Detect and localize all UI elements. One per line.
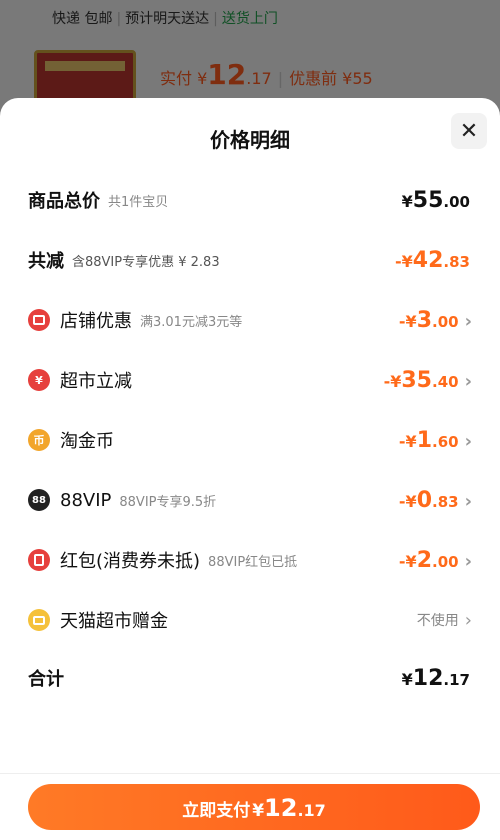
chevron-right-icon: › xyxy=(464,370,472,392)
taojinbi-value: -¥ 1.60 › xyxy=(398,427,472,453)
gift-icon xyxy=(28,609,50,631)
supermarket-discount-row[interactable]: ¥ 超市立减 -¥ 35.40 › xyxy=(0,360,500,400)
total-price-row: 商品总价 共1件宝贝 ¥55.00 xyxy=(0,180,500,220)
store-discount-row[interactable]: 店铺优惠 满3.01元减3元等 -¥ 3.00 › xyxy=(0,300,500,340)
bottom-bar: 立即支付 ¥12.17 xyxy=(0,773,500,840)
supermarket-discount-label: 超市立减 xyxy=(60,371,132,392)
pay-now-button[interactable]: 立即支付 ¥12.17 xyxy=(28,784,480,830)
total-discount-value: -¥ 42.83 xyxy=(395,247,470,273)
chevron-right-icon: › xyxy=(464,609,472,631)
chevron-right-icon: › xyxy=(464,310,472,332)
vip-row[interactable]: 88 88VIP 88VIP专享9.5折 -¥ 0.83 › xyxy=(0,480,500,520)
tmall-bonus-value: 不使用 › xyxy=(417,610,472,631)
red-packet-icon xyxy=(28,549,50,571)
vip-discount-note: 含88VIP专享优惠 ¥ 2.83 xyxy=(72,254,220,270)
sum-row: 合计 ¥12.17 xyxy=(0,658,500,698)
vip-icon: 88 xyxy=(28,489,50,511)
chevron-right-icon: › xyxy=(464,490,472,512)
total-price-label: 商品总价 xyxy=(28,191,100,212)
red-packet-label: 红包(消费券未抵) xyxy=(60,551,201,572)
total-discount-row: 共减 含88VIP专享优惠 ¥ 2.83 -¥ 42.83 xyxy=(0,240,500,280)
tmall-bonus-label: 天猫超市赠金 xyxy=(60,611,168,632)
store-discount-label: 店铺优惠 xyxy=(60,311,132,332)
total-discount-label: 共减 xyxy=(28,251,64,272)
price-detail-sheet: 价格明细 ✕ 商品总价 共1件宝贝 ¥55.00 共减 含88VIP专享优惠 ¥… xyxy=(0,98,500,840)
close-button[interactable]: ✕ xyxy=(451,113,487,149)
store-discount-value: -¥ 3.00 › xyxy=(398,307,472,333)
not-used-text: 不使用 xyxy=(416,613,459,629)
chevron-right-icon: › xyxy=(464,430,472,452)
red-packet-value: -¥ 2.00 › xyxy=(398,547,472,573)
red-packet-row[interactable]: 红包(消费券未抵) 88VIP红包已抵 -¥ 2.00 › xyxy=(0,540,500,580)
vip-note: 88VIP专享9.5折 xyxy=(119,494,217,510)
close-icon: ✕ xyxy=(459,118,479,144)
store-discount-note: 满3.01元减3元等 xyxy=(140,314,243,330)
supermarket-discount-value: -¥ 35.40 › xyxy=(383,367,472,393)
pay-button-label: 立即支付 xyxy=(182,801,251,821)
taojinbi-row[interactable]: 币 淘金币 -¥ 1.60 › xyxy=(0,420,500,460)
total-price-value: ¥55.00 xyxy=(401,187,470,213)
red-packet-note: 88VIP红包已抵 xyxy=(208,554,298,570)
tmall-bonus-row[interactable]: 天猫超市赠金 不使用 › xyxy=(0,600,500,640)
vip-label: 88VIP xyxy=(60,489,112,511)
sheet-title: 价格明细 xyxy=(210,128,290,152)
sum-label: 合计 xyxy=(28,669,64,690)
chevron-right-icon: › xyxy=(464,550,472,572)
supermarket-icon: ¥ xyxy=(28,369,50,391)
sum-value: ¥12.17 xyxy=(401,665,470,691)
vip-value: -¥ 0.83 › xyxy=(398,487,472,513)
taojinbi-label: 淘金币 xyxy=(60,431,114,452)
item-count: 共1件宝贝 xyxy=(108,194,169,210)
shop-icon xyxy=(28,309,50,331)
coin-icon: 币 xyxy=(28,429,50,451)
